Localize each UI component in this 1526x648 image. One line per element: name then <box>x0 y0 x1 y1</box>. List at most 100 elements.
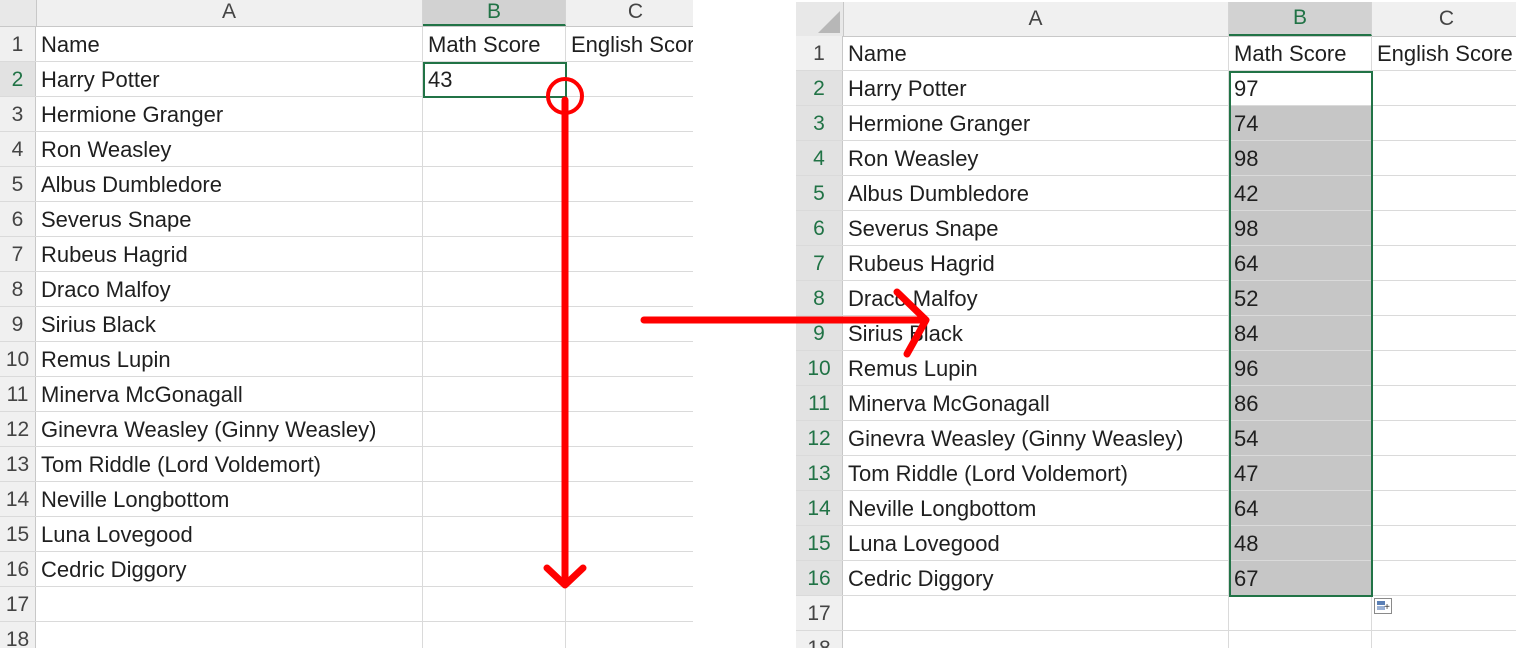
name-cell[interactable]: Rubeus Hagrid <box>36 237 423 271</box>
math-score-cell[interactable] <box>423 412 566 446</box>
math-score-cell[interactable] <box>423 552 566 586</box>
math-score-cell[interactable]: 97 <box>1229 71 1372 105</box>
select-all-corner[interactable] <box>0 0 37 26</box>
math-score-cell[interactable]: 42 <box>1229 176 1372 210</box>
english-score-cell[interactable] <box>1372 281 1516 315</box>
english-score-cell[interactable] <box>566 132 693 166</box>
english-score-cell[interactable] <box>1372 386 1516 420</box>
name-cell[interactable]: Draco Malfoy <box>843 281 1229 315</box>
english-score-cell[interactable] <box>566 62 693 96</box>
name-cell[interactable] <box>843 631 1229 648</box>
name-cell[interactable]: Luna Lovegood <box>36 517 423 551</box>
row-header[interactable]: 5 <box>796 176 843 210</box>
row-header[interactable]: 2 <box>796 71 843 105</box>
column-header-c[interactable]: C <box>566 0 693 26</box>
row-header[interactable]: 8 <box>0 272 36 306</box>
english-score-cell[interactable] <box>1372 246 1516 280</box>
row-header[interactable]: 10 <box>0 342 36 376</box>
name-cell[interactable]: Severus Snape <box>36 202 423 236</box>
math-score-cell[interactable]: 64 <box>1229 491 1372 525</box>
name-header-cell[interactable]: Name <box>36 27 423 61</box>
math-score-cell[interactable] <box>423 482 566 516</box>
name-cell[interactable]: Albus Dumbledore <box>36 167 423 201</box>
name-cell[interactable] <box>843 596 1229 630</box>
english-score-cell[interactable] <box>566 587 693 621</box>
column-header-c[interactable]: C <box>1372 2 1516 36</box>
english-score-cell[interactable] <box>1372 421 1516 455</box>
name-cell[interactable]: Cedric Diggory <box>843 561 1229 595</box>
math-score-cell[interactable] <box>1229 596 1372 630</box>
name-cell[interactable]: Minerva McGonagall <box>36 377 423 411</box>
row-header[interactable]: 1 <box>796 36 843 70</box>
math-score-cell[interactable]: 74 <box>1229 106 1372 140</box>
math-score-cell[interactable] <box>423 237 566 271</box>
math-score-cell[interactable]: 98 <box>1229 211 1372 245</box>
name-cell[interactable]: Draco Malfoy <box>36 272 423 306</box>
math-score-cell[interactable]: 86 <box>1229 386 1372 420</box>
math-score-cell[interactable] <box>423 272 566 306</box>
column-header-a[interactable]: A <box>36 0 423 26</box>
name-cell[interactable]: Rubeus Hagrid <box>843 246 1229 280</box>
english-score-cell[interactable] <box>566 517 693 551</box>
english-score-cell[interactable] <box>566 97 693 131</box>
row-header[interactable]: 9 <box>0 307 36 341</box>
row-header[interactable]: 15 <box>796 526 843 560</box>
row-header[interactable]: 12 <box>796 421 843 455</box>
name-cell[interactable]: Cedric Diggory <box>36 552 423 586</box>
math-score-cell[interactable]: 84 <box>1229 316 1372 350</box>
row-header[interactable]: 17 <box>796 596 843 630</box>
math-score-cell[interactable]: 43 <box>423 62 566 96</box>
english-score-cell[interactable] <box>1372 561 1516 595</box>
name-cell[interactable]: Ron Weasley <box>36 132 423 166</box>
math-score-cell[interactable]: 48 <box>1229 526 1372 560</box>
row-header[interactable]: 16 <box>796 561 843 595</box>
column-header-b[interactable]: B <box>423 0 566 26</box>
english-score-cell[interactable] <box>1372 596 1516 630</box>
row-header[interactable]: 7 <box>0 237 36 271</box>
english-score-cell[interactable] <box>566 167 693 201</box>
name-cell[interactable]: Severus Snape <box>843 211 1229 245</box>
autofill-options-icon[interactable]: + <box>1374 598 1392 614</box>
row-header[interactable]: 7 <box>796 246 843 280</box>
name-cell[interactable]: Remus Lupin <box>843 351 1229 385</box>
row-header[interactable]: 2 <box>0 62 36 96</box>
name-cell[interactable]: Harry Potter <box>36 62 423 96</box>
english-score-cell[interactable] <box>566 447 693 481</box>
english-score-cell[interactable] <box>566 377 693 411</box>
english-score-cell[interactable] <box>566 552 693 586</box>
row-header[interactable]: 3 <box>796 106 843 140</box>
math-score-cell[interactable]: 52 <box>1229 281 1372 315</box>
english-score-cell[interactable] <box>566 342 693 376</box>
row-header[interactable]: 16 <box>0 552 36 586</box>
name-cell[interactable]: Neville Longbottom <box>843 491 1229 525</box>
name-cell[interactable]: Neville Longbottom <box>36 482 423 516</box>
row-header[interactable]: 18 <box>796 631 843 648</box>
math-score-cell[interactable] <box>423 622 566 648</box>
row-header[interactable]: 10 <box>796 351 843 385</box>
row-header[interactable]: 12 <box>0 412 36 446</box>
english-score-cell[interactable] <box>1372 351 1516 385</box>
row-header[interactable]: 6 <box>0 202 36 236</box>
math-score-cell[interactable]: 98 <box>1229 141 1372 175</box>
english-score-cell[interactable] <box>566 307 693 341</box>
row-header[interactable]: 9 <box>796 316 843 350</box>
english-score-cell[interactable] <box>1372 631 1516 648</box>
row-header[interactable]: 3 <box>0 97 36 131</box>
english-score-cell[interactable] <box>1372 456 1516 490</box>
name-header-cell[interactable]: Name <box>843 36 1229 70</box>
name-cell[interactable]: Hermione Granger <box>843 106 1229 140</box>
column-header-a[interactable]: A <box>843 2 1229 36</box>
row-header[interactable]: 5 <box>0 167 36 201</box>
math-score-cell[interactable] <box>423 167 566 201</box>
english-score-cell[interactable] <box>1372 491 1516 525</box>
name-cell[interactable]: Ron Weasley <box>843 141 1229 175</box>
math-score-cell[interactable] <box>423 97 566 131</box>
row-header[interactable]: 4 <box>0 132 36 166</box>
math-score-cell[interactable] <box>423 517 566 551</box>
math-score-cell[interactable] <box>423 132 566 166</box>
math-score-cell[interactable] <box>423 587 566 621</box>
math-score-cell[interactable] <box>423 202 566 236</box>
math-header-cell[interactable]: Math Score <box>1229 36 1372 70</box>
name-cell[interactable]: Sirius Black <box>843 316 1229 350</box>
english-score-cell[interactable] <box>1372 526 1516 560</box>
